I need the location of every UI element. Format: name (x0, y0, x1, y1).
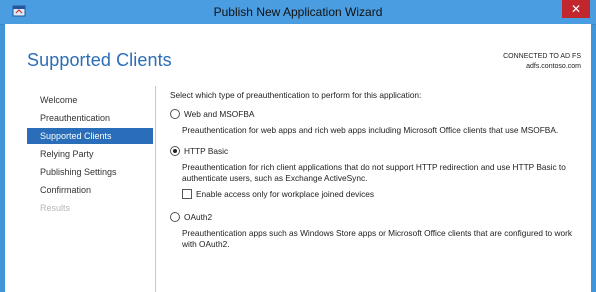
option-web-msofba-label: Web and MSOFBA (184, 108, 255, 119)
option-web-msofba[interactable]: Web and MSOFBA (170, 108, 254, 119)
option-http-basic-description: Preauthentication for rich client applic… (182, 162, 566, 183)
nav-step-welcome[interactable]: Welcome (27, 92, 153, 108)
nav-step-publishing-settings[interactable]: Publishing Settings (27, 164, 153, 180)
radio-oauth2[interactable] (170, 211, 180, 222)
connection-server: adfs.contoso.com (526, 63, 581, 70)
nav-step-results: Results (40, 203, 71, 213)
workplace-joined-label: Enable access only for workplace joined … (196, 188, 375, 199)
connection-info: CONNECTED TO AD FS adfs.contoso.com (503, 52, 581, 72)
option-oauth2-description: Preauthentication apps such as Windows S… (182, 228, 572, 249)
nav-step-confirmation[interactable]: Confirmation (27, 182, 153, 198)
option-http-basic-label: HTTP Basic (184, 145, 229, 156)
radio-web-msofba[interactable] (170, 108, 180, 119)
option-http-basic[interactable]: HTTP Basic (170, 145, 228, 156)
nav-divider (155, 86, 156, 292)
wizard-body: Supported Clients CONNECTED TO AD FS adf… (5, 24, 591, 292)
nav-step-preauthentication[interactable]: Preauthentication (27, 110, 153, 126)
nav-step-relying-party[interactable]: Relying Party (27, 146, 153, 162)
nav-step-supported-clients[interactable]: Supported Clients (27, 128, 153, 144)
selection-prompt: Select which type of preauthentication t… (170, 90, 422, 100)
workplace-joined-option[interactable]: Enable access only for workplace joined … (182, 188, 374, 199)
close-button[interactable]: ✕ (562, 0, 590, 18)
window-title: Publish New Application Wizard (213, 5, 383, 19)
wizard-steps-nav: Welcome Preauthentication Supported Clie… (27, 92, 153, 218)
wizard-window: Publish New Application Wizard ✕ Support… (0, 0, 596, 292)
option-web-msofba-description: Preauthentication for web apps and rich … (182, 125, 559, 135)
page-title: Supported Clients (27, 50, 172, 70)
title-bar[interactable]: Publish New Application Wizard ✕ (0, 0, 596, 25)
workplace-joined-checkbox[interactable] (182, 188, 192, 199)
option-oauth2-label: OAuth2 (184, 211, 213, 222)
option-oauth2[interactable]: OAuth2 (170, 211, 212, 222)
radio-http-basic[interactable] (170, 145, 180, 156)
connection-label: CONNECTED TO AD FS (503, 53, 581, 60)
